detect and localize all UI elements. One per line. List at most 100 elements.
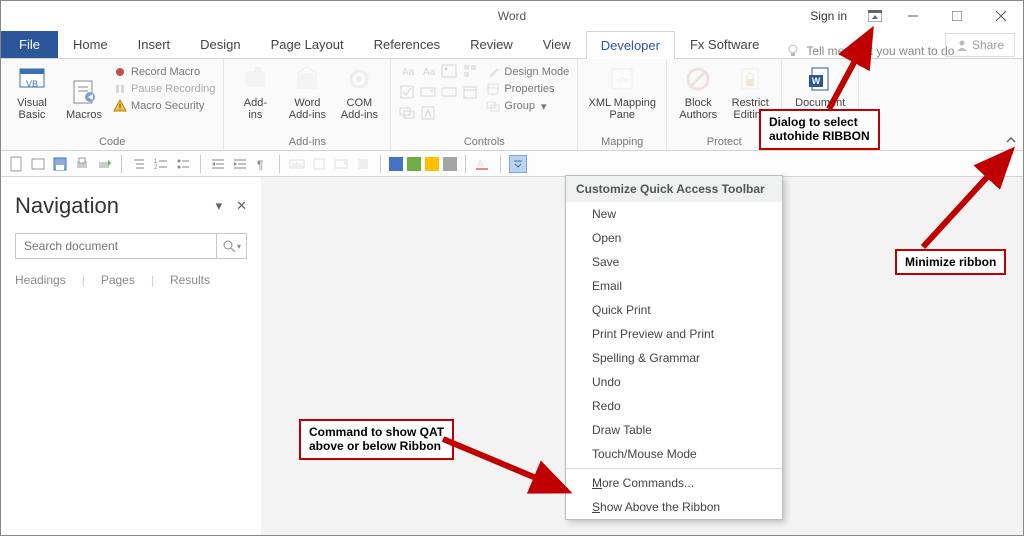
tab-developer[interactable]: Developer bbox=[586, 31, 675, 59]
tab-review[interactable]: Review bbox=[455, 30, 528, 58]
qat-color-gray[interactable] bbox=[443, 157, 457, 171]
nav-tab-headings[interactable]: Headings bbox=[15, 273, 66, 289]
menu-item-print-preview[interactable]: Print Preview and Print bbox=[566, 322, 782, 346]
qat-save-icon[interactable] bbox=[51, 155, 69, 173]
dropdown-control-icon[interactable] bbox=[441, 84, 459, 102]
tab-view[interactable]: View bbox=[528, 30, 586, 58]
addins-icon bbox=[239, 63, 271, 95]
qat-separator bbox=[121, 155, 122, 173]
menu-header: Customize Quick Access Toolbar bbox=[566, 176, 782, 202]
properties-button[interactable]: Properties bbox=[486, 82, 569, 96]
menu-item-redo[interactable]: Redo bbox=[566, 394, 782, 418]
group-button[interactable]: Group▾ bbox=[486, 99, 569, 113]
group-code: VB Visual Basic Macros Record Macro Paus… bbox=[1, 59, 224, 150]
menu-item-more-commands[interactable]: More Commands... bbox=[566, 471, 782, 495]
qat-color-blue[interactable] bbox=[389, 157, 403, 171]
menu-item-draw-table[interactable]: Draw Table bbox=[566, 418, 782, 442]
maximize-window-button[interactable] bbox=[935, 1, 979, 31]
qat-checkbox-icon[interactable] bbox=[310, 155, 328, 173]
store-icon bbox=[291, 63, 323, 95]
pause-recording-button[interactable]: Pause Recording bbox=[113, 82, 215, 96]
menu-item-touch-mouse[interactable]: Touch/Mouse Mode bbox=[566, 442, 782, 466]
qat-shading-icon[interactable] bbox=[354, 155, 372, 173]
nav-tab-pages[interactable]: Pages bbox=[101, 273, 135, 289]
menu-item-quick-print[interactable]: Quick Print bbox=[566, 298, 782, 322]
menu-item-show-above-ribbon[interactable]: Show Above the Ribbon bbox=[566, 495, 782, 519]
checkbox-control-icon[interactable] bbox=[399, 84, 417, 102]
macro-security-button[interactable]: !Macro Security bbox=[113, 99, 215, 113]
tab-design[interactable]: Design bbox=[185, 30, 255, 58]
menu-item-new[interactable]: New bbox=[566, 202, 782, 226]
design-mode-button[interactable]: Design Mode bbox=[486, 65, 569, 79]
search-icon[interactable]: ▾ bbox=[216, 234, 246, 258]
tab-home[interactable]: Home bbox=[58, 30, 123, 58]
qat-textbox-icon[interactable]: abc bbox=[288, 155, 306, 173]
arrow-icon bbox=[821, 23, 881, 113]
macros-icon bbox=[68, 75, 100, 107]
picture-control-icon[interactable] bbox=[441, 63, 459, 81]
properties-icon bbox=[486, 82, 500, 96]
qat-page-icon[interactable] bbox=[7, 155, 25, 173]
close-window-button[interactable] bbox=[979, 1, 1023, 31]
visual-basic-button[interactable]: VB Visual Basic bbox=[9, 63, 55, 121]
xml-icon: </> bbox=[606, 63, 638, 95]
date-control-icon[interactable] bbox=[462, 84, 480, 102]
group-label-code: Code bbox=[9, 134, 215, 148]
plaintext-control-icon[interactable]: Aa bbox=[420, 63, 438, 81]
qat-numbering-icon[interactable]: 12 bbox=[152, 155, 170, 173]
nav-tab-results[interactable]: Results bbox=[170, 273, 210, 289]
qat-indent-right-icon[interactable] bbox=[231, 155, 249, 173]
com-addins-button[interactable]: COM Add-ins bbox=[336, 63, 382, 121]
qat-customize-button[interactable] bbox=[509, 155, 527, 173]
close-icon[interactable]: ✕ bbox=[236, 198, 247, 214]
svg-text:2: 2 bbox=[154, 165, 158, 171]
minimize-window-button[interactable] bbox=[891, 1, 935, 31]
qat-outline-icon[interactable] bbox=[130, 155, 148, 173]
addins-button[interactable]: Add- ins bbox=[232, 63, 278, 121]
legacy-tools-icon[interactable] bbox=[420, 105, 438, 123]
block-authors-button[interactable]: Block Authors bbox=[675, 63, 721, 121]
buildingblock-control-icon[interactable] bbox=[462, 63, 480, 81]
warning-icon: ! bbox=[113, 99, 127, 113]
svg-text:Aa: Aa bbox=[402, 67, 415, 78]
sign-in-link[interactable]: Sign in bbox=[798, 9, 859, 23]
search-input[interactable] bbox=[16, 234, 216, 258]
tab-references[interactable]: References bbox=[359, 30, 455, 58]
tab-insert[interactable]: Insert bbox=[123, 30, 186, 58]
share-label: Share bbox=[972, 38, 1004, 52]
qat-color-yellow[interactable] bbox=[425, 157, 439, 171]
menu-item-undo[interactable]: Undo bbox=[566, 370, 782, 394]
macros-button[interactable]: Macros bbox=[61, 63, 107, 121]
qat-color-green[interactable] bbox=[407, 157, 421, 171]
lock-icon bbox=[734, 63, 766, 95]
qat-separator bbox=[380, 155, 381, 173]
svg-text:</>: </> bbox=[616, 76, 628, 85]
qat-quickprint-icon[interactable] bbox=[95, 155, 113, 173]
qat-print-preview-icon[interactable] bbox=[73, 155, 91, 173]
qat-font-color-icon[interactable]: A bbox=[474, 155, 492, 173]
word-addins-button[interactable]: Word Add-ins bbox=[284, 63, 330, 121]
gear-icon bbox=[343, 63, 375, 95]
tab-file[interactable]: File bbox=[1, 31, 58, 58]
tab-page-layout[interactable]: Page Layout bbox=[256, 30, 359, 58]
richtext-control-icon[interactable]: Aa bbox=[399, 63, 417, 81]
record-macro-button[interactable]: Record Macro bbox=[113, 65, 215, 79]
qat-page-orientation-icon[interactable] bbox=[29, 155, 47, 173]
qat-indent-left-icon[interactable] bbox=[209, 155, 227, 173]
qat-separator bbox=[200, 155, 201, 173]
qat-bullets-icon[interactable] bbox=[174, 155, 192, 173]
svg-text:¶: ¶ bbox=[257, 158, 263, 171]
combobox-control-icon[interactable] bbox=[420, 84, 438, 102]
pause-icon bbox=[113, 82, 127, 96]
xml-mapping-button[interactable]: </>XML Mapping Pane bbox=[586, 63, 658, 121]
tab-fx-software[interactable]: Fx Software bbox=[675, 30, 774, 58]
menu-item-save[interactable]: Save bbox=[566, 250, 782, 274]
repeating-control-icon[interactable] bbox=[399, 105, 417, 123]
qat-paragraph-icon[interactable]: ¶ bbox=[253, 155, 271, 173]
menu-item-open[interactable]: Open bbox=[566, 226, 782, 250]
menu-item-spelling[interactable]: Spelling & Grammar bbox=[566, 346, 782, 370]
menu-item-email[interactable]: Email bbox=[566, 274, 782, 298]
share-button[interactable]: Share bbox=[945, 33, 1015, 57]
qat-combobox-icon[interactable] bbox=[332, 155, 350, 173]
chevron-down-icon[interactable]: ▾ bbox=[216, 198, 223, 214]
